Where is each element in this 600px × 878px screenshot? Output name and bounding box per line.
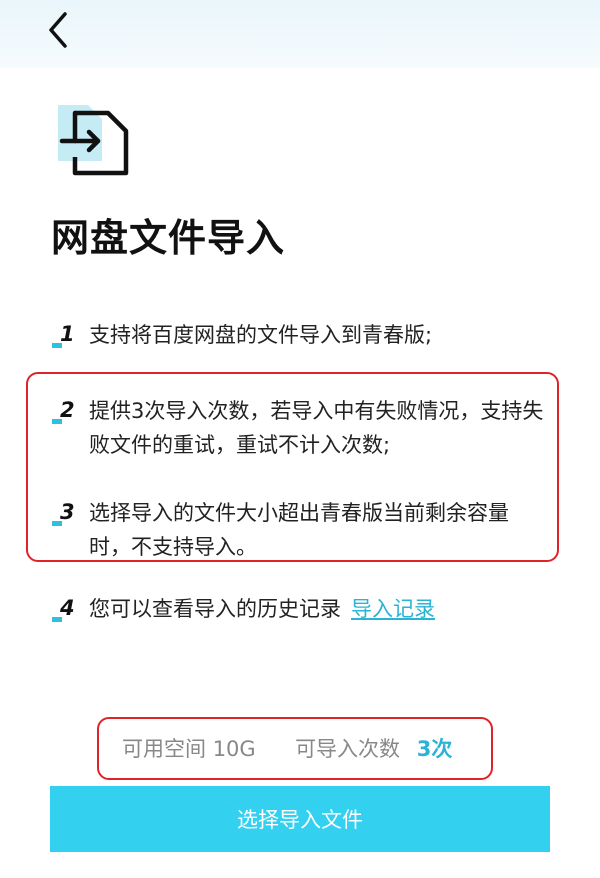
page-title: 网盘文件导入	[51, 216, 286, 260]
import-history-link[interactable]: 导入记录	[351, 597, 435, 621]
item-text: 支持将百度网盘的文件导入到青春版;	[89, 323, 433, 347]
item-text: 您可以查看导入的历史记录 导入记录	[89, 592, 544, 626]
quota-highlight-box	[97, 717, 493, 780]
item-text-label: 您可以查看导入的历史记录	[89, 597, 341, 621]
select-import-file-button[interactable]: 选择导入文件	[50, 786, 550, 852]
item-number: 4	[52, 594, 78, 626]
item-number: 1	[52, 320, 78, 352]
back-button[interactable]	[38, 8, 78, 52]
chevron-left-icon	[49, 12, 67, 48]
highlight-box	[26, 372, 559, 562]
file-import-icon	[58, 103, 130, 179]
top-bar	[0, 0, 600, 68]
